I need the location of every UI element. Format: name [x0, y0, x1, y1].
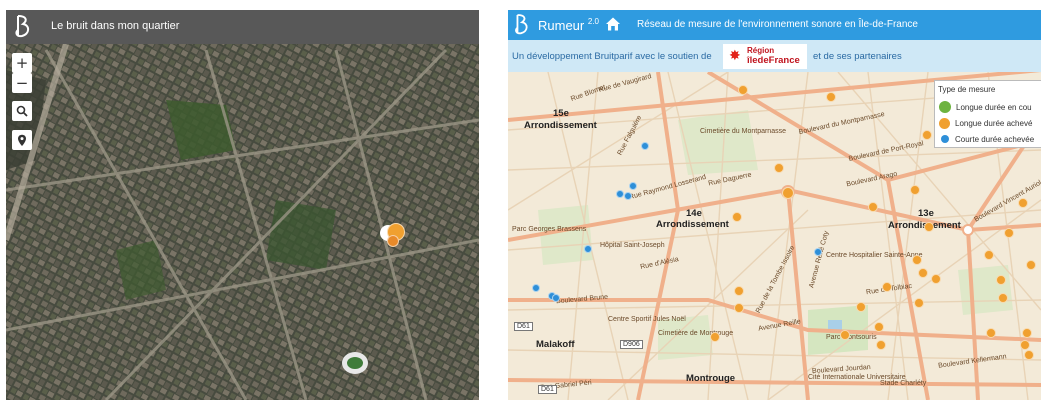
measurement-marker[interactable]	[734, 286, 744, 296]
measurement-marker[interactable]	[387, 235, 399, 247]
road-shield: D906	[620, 340, 643, 349]
poi-label: Parc Montsouris	[826, 334, 877, 341]
legend-title: Type de mesure	[938, 85, 996, 94]
legend-swatch	[939, 117, 950, 129]
measurement-marker[interactable]	[641, 142, 649, 150]
bruitparif-logo-icon[interactable]	[512, 12, 532, 38]
region-logo-line1: Région	[747, 46, 775, 55]
home-icon[interactable]	[605, 16, 621, 32]
measurement-marker[interactable]	[912, 255, 922, 265]
search-icon	[16, 105, 28, 117]
legend-swatch	[941, 135, 949, 143]
measurement-marker[interactable]	[1018, 198, 1028, 208]
legend-item: Courte durée achevée	[939, 132, 1034, 146]
region-logo[interactable]: ✸ Région îledeFrance	[723, 44, 807, 69]
poi-label: Cimetière du Montparnasse	[700, 128, 786, 135]
right-app-header: Rumeur 2.0 Réseau de mesure de l'environ…	[508, 10, 1041, 40]
district-label: Arrondissement	[524, 120, 597, 131]
poi-label: Parc Georges Brassens	[512, 226, 587, 233]
measurement-marker[interactable]	[814, 248, 822, 256]
measurement-marker[interactable]	[734, 303, 744, 313]
measurement-marker[interactable]	[774, 163, 784, 173]
poi-label: Stade Charléty	[880, 380, 927, 387]
district-label: 14e	[686, 208, 702, 219]
measurement-marker[interactable]	[986, 328, 996, 338]
left-app-header: Le bruit dans mon quartier	[6, 10, 479, 44]
legend-swatch	[939, 101, 951, 113]
measurement-marker[interactable]	[732, 212, 742, 222]
measurement-marker[interactable]	[1022, 328, 1032, 338]
measurement-marker[interactable]	[532, 284, 540, 292]
region-star-icon: ✸	[729, 48, 741, 64]
banner-text-before: Un développement Bruitparif avec le sout…	[512, 51, 712, 62]
measurement-marker[interactable]	[882, 282, 892, 292]
district-label: 13e	[918, 208, 934, 219]
measurement-marker[interactable]	[922, 130, 932, 140]
poi-label: Hôpital Saint-Joseph	[600, 242, 665, 249]
measurement-marker[interactable]	[918, 268, 928, 278]
location-pin-icon	[18, 134, 26, 146]
measurement-marker[interactable]	[1026, 260, 1036, 270]
district-label: Montrouge	[686, 373, 736, 384]
measurement-marker[interactable]	[782, 187, 794, 199]
search-button[interactable]	[12, 101, 32, 121]
left-app-title: Le bruit dans mon quartier	[51, 20, 180, 32]
measurement-marker[interactable]	[996, 275, 1006, 285]
measurement-marker[interactable]	[616, 190, 624, 198]
district-label: 15e	[553, 108, 569, 119]
measurement-marker[interactable]	[874, 322, 884, 332]
measurement-marker[interactable]	[584, 245, 592, 253]
rumeur-map-panel[interactable]: Rumeur 2.0 Réseau de mesure de l'environ…	[508, 10, 1041, 400]
measurement-marker[interactable]	[998, 293, 1008, 303]
bruitparif-logo-icon[interactable]	[12, 14, 34, 40]
poi-label: Cimetière de Montrouge	[658, 330, 734, 337]
measurement-marker[interactable]	[738, 85, 748, 95]
zoom-out-button[interactable]: −	[12, 73, 32, 93]
measurement-marker[interactable]	[552, 294, 560, 302]
legend-label: Courte durée achevée	[955, 134, 1035, 144]
partner-banner: Un développement Bruitparif avec le sout…	[508, 40, 1041, 72]
measurement-marker[interactable]	[931, 274, 941, 284]
measurement-marker[interactable]	[910, 185, 920, 195]
zoom-in-button[interactable]: +	[12, 53, 32, 73]
poi-label: Centre Hospitalier Sainte-Anne	[826, 252, 923, 259]
app-name: Rumeur 2.0	[538, 17, 599, 33]
measurement-marker[interactable]	[856, 302, 866, 312]
legend-label: Longue durée en cou	[956, 102, 1032, 112]
measurement-marker[interactable]	[984, 250, 994, 260]
measurement-marker[interactable]	[629, 182, 637, 190]
measurement-marker[interactable]	[876, 340, 886, 350]
measurement-type-legend: Type de mesure Longue durée en cou Longu…	[934, 80, 1041, 148]
measurement-marker[interactable]	[914, 298, 924, 308]
road-shield: D61	[538, 385, 557, 394]
measurement-marker[interactable]	[1004, 228, 1014, 238]
district-label: Malakoff	[536, 339, 575, 350]
legend-item: Longue durée achevé	[939, 116, 1032, 130]
measurement-marker[interactable]	[1020, 340, 1030, 350]
satellite-map-panel[interactable]: Le bruit dans mon quartier + −	[6, 10, 479, 400]
region-logo-line2: îledeFrance	[747, 55, 800, 66]
app-version: 2.0	[587, 17, 599, 26]
measurement-marker[interactable]	[924, 222, 934, 232]
measurement-marker[interactable]	[868, 202, 878, 212]
banner-text-after: et de ses partenaires	[813, 51, 902, 62]
right-app-title: Réseau de mesure de l'environnement sono…	[637, 19, 918, 30]
measurement-marker[interactable]	[710, 332, 720, 342]
measurement-marker[interactable]	[826, 92, 836, 102]
locate-button[interactable]	[12, 130, 32, 150]
measurement-marker[interactable]	[624, 192, 632, 200]
satellite-map[interactable]	[6, 10, 479, 400]
poi-label: Centre Sportif Jules Noël	[608, 316, 686, 323]
measurement-marker[interactable]	[1024, 350, 1034, 360]
road-shield: D61	[514, 322, 533, 331]
legend-item: Longue durée en cou	[939, 100, 1032, 114]
district-label: Arrondissement	[656, 219, 729, 230]
measurement-marker[interactable]	[840, 330, 850, 340]
legend-label: Longue durée achevé	[955, 118, 1033, 128]
